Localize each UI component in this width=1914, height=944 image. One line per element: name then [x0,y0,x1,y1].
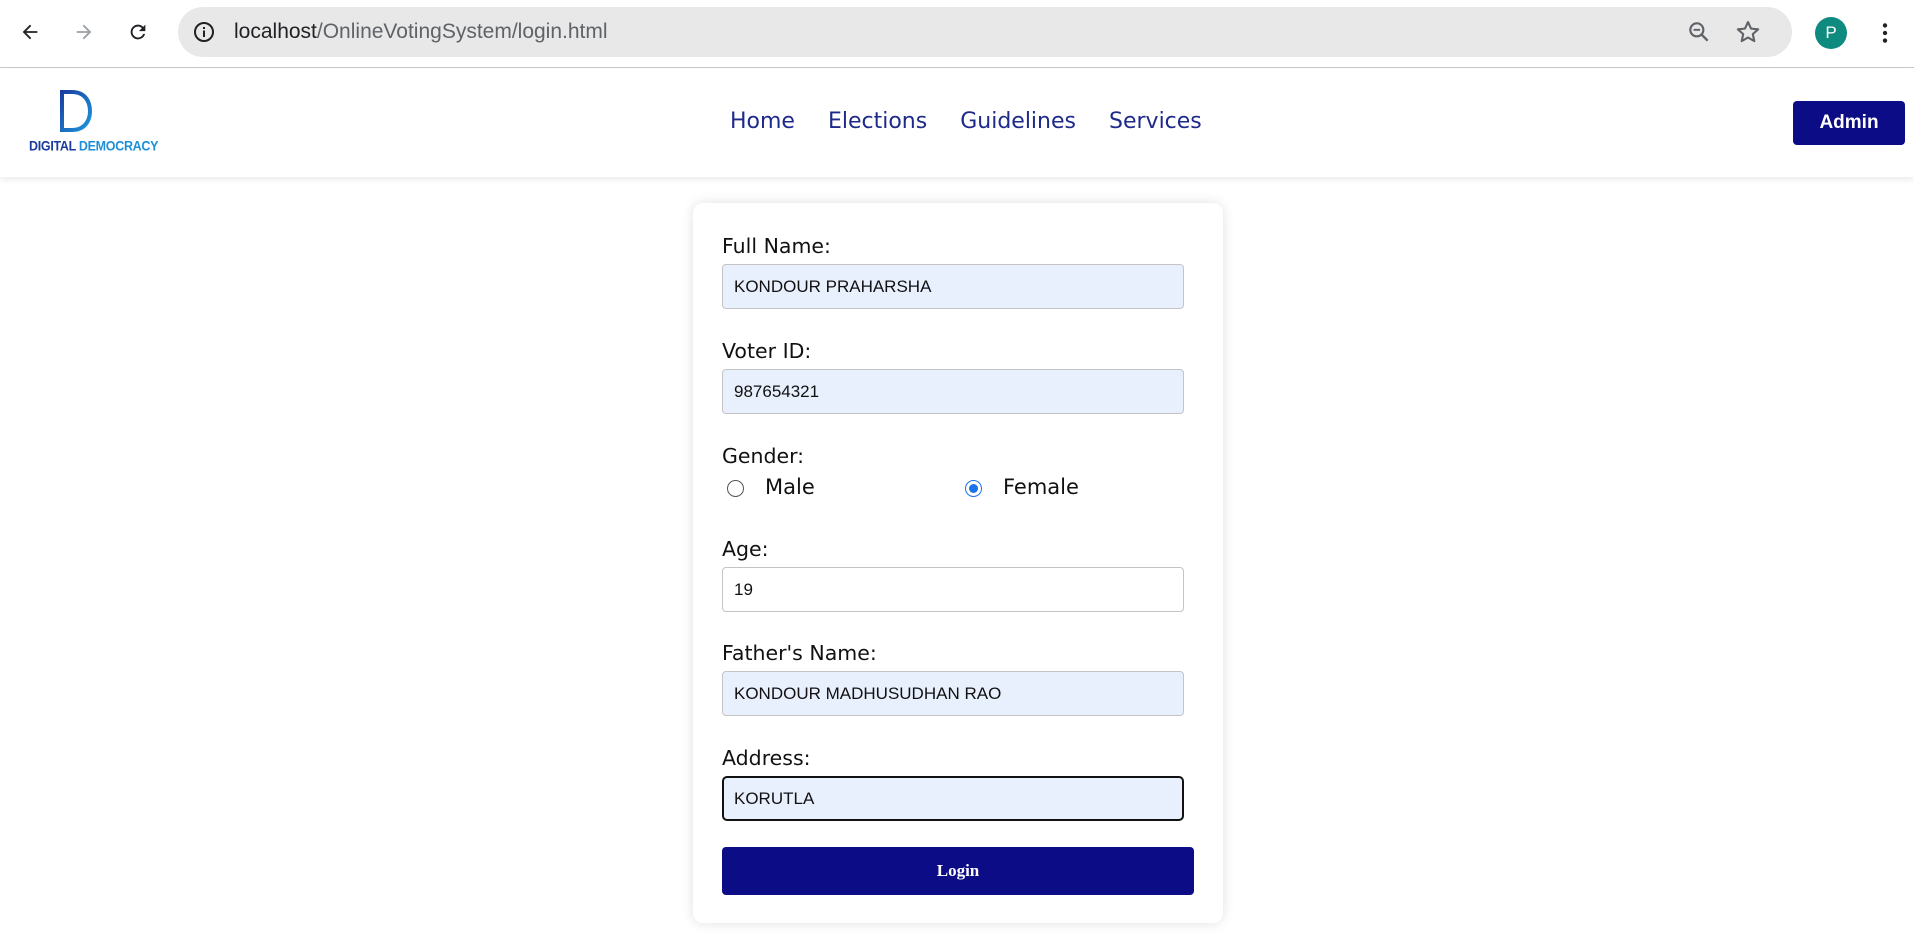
full-name-label: Full Name: [722,234,831,258]
bookmark-star-icon[interactable] [1734,18,1762,46]
back-icon [22,24,38,40]
nav-guidelines-link[interactable]: Guidelines [960,109,1076,134]
logo-text: DIGITAL DEMOCRACY [29,138,158,153]
zoom-icon[interactable] [1686,19,1712,45]
logo-d-icon [60,90,92,132]
login-button[interactable]: Login [722,847,1194,895]
voter-id-input[interactable] [722,369,1184,414]
father-name-input[interactable] [722,671,1184,716]
logo-text-democracy: DEMOCRACY [78,138,159,154]
gender-label: Gender: [722,444,805,468]
nav-services-link[interactable]: Services [1109,109,1202,134]
nav-elections-link[interactable]: Elections [828,109,927,134]
back-button[interactable] [12,14,48,50]
site-info-icon[interactable] [192,20,216,44]
url-path: /OnlineVotingSystem/login.html [316,20,608,43]
father-name-label: Father's Name: [722,641,877,665]
reload-icon [130,24,146,40]
address-bar[interactable]: localhost/OnlineVotingSystem/login.html [178,7,1792,57]
gender-male-label[interactable]: Male [765,475,815,499]
url-host: localhost [234,20,317,43]
nav-home-link[interactable]: Home [730,109,795,134]
site-header: DIGITAL DEMOCRACY Home Elections Guideli… [0,69,1914,177]
profile-avatar[interactable]: P [1815,17,1847,49]
forward-button[interactable] [66,14,102,50]
reload-button[interactable] [120,14,156,50]
address-input[interactable] [722,776,1184,821]
browser-toolbar: localhost/OnlineVotingSystem/login.html … [0,0,1914,68]
age-label: Age: [722,537,769,561]
gender-female-radio[interactable] [965,480,982,497]
voter-id-label: Voter ID: [722,339,812,363]
gender-male-radio[interactable] [727,480,744,497]
address-label: Address: [722,746,811,770]
main-nav: Home Elections Guidelines Services [730,109,1202,134]
gender-female-label[interactable]: Female [1003,475,1079,499]
age-input[interactable] [722,567,1184,612]
logo-text-digital: DIGITAL [29,138,79,154]
forward-icon [76,24,92,40]
menu-kebab-icon [1882,23,1888,43]
login-form-card: Full Name: Voter ID: Gender: Male Female… [693,203,1223,923]
admin-button[interactable]: Admin [1793,101,1905,145]
url-text[interactable]: localhost/OnlineVotingSystem/login.html [234,20,608,44]
site-logo[interactable]: DIGITAL DEMOCRACY [28,87,158,159]
browser-menu-button[interactable] [1870,18,1900,48]
full-name-input[interactable] [722,264,1184,309]
